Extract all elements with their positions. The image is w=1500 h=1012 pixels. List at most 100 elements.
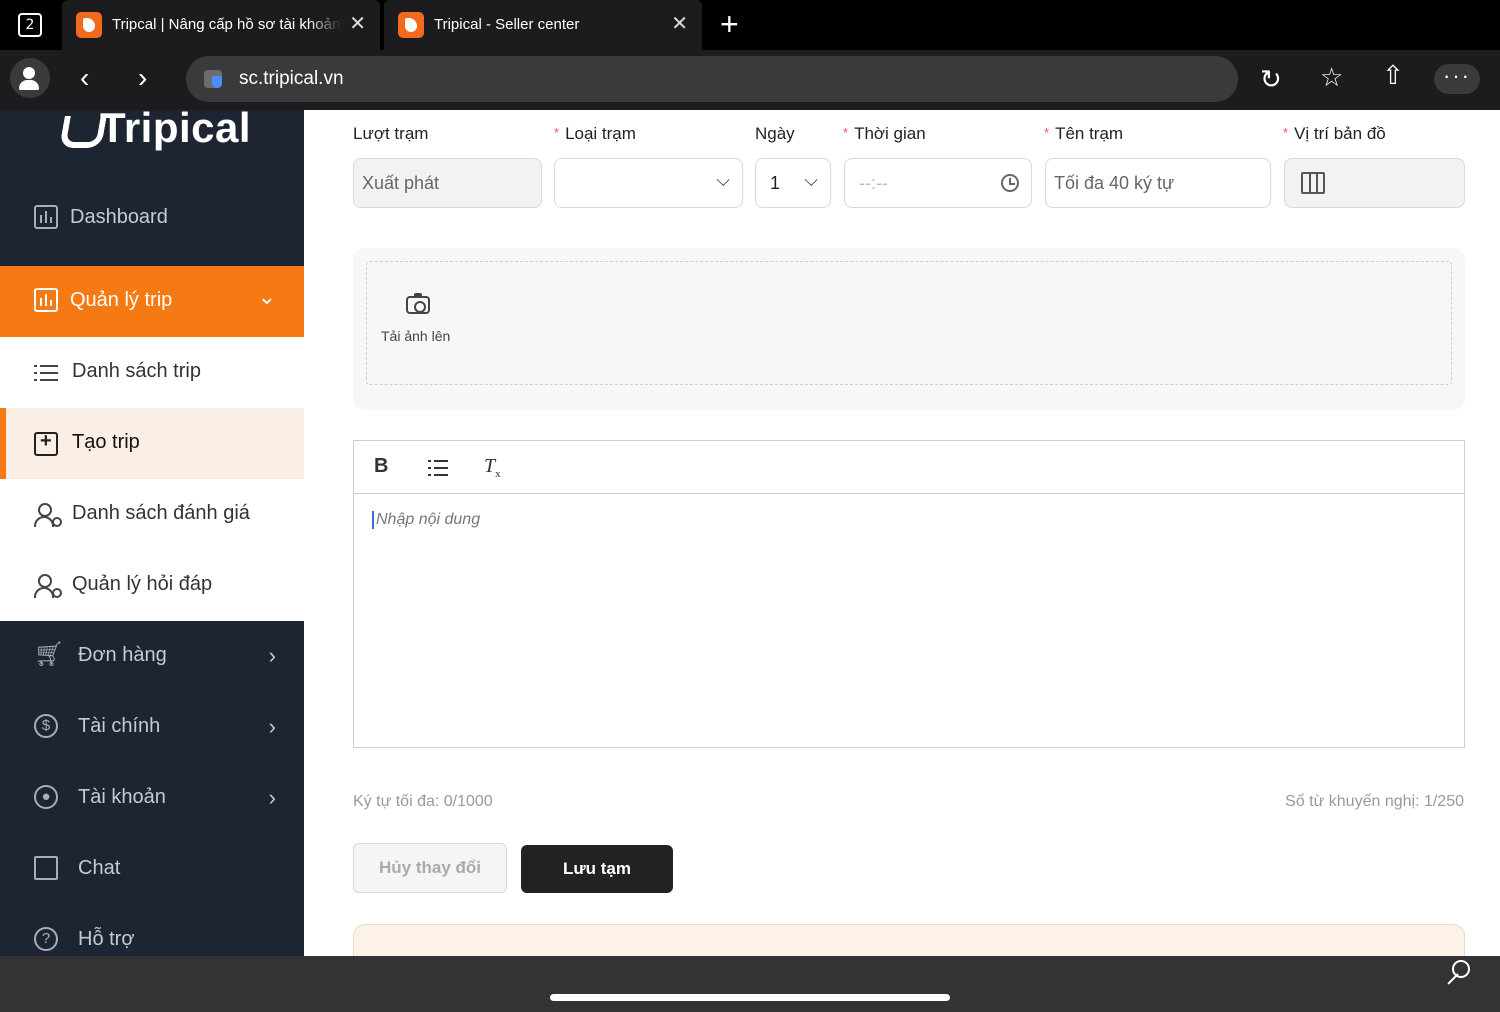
suggested-words-counter: Số từ khuyến nghị: 1/250	[1285, 793, 1464, 810]
help-icon: ?	[34, 927, 58, 951]
required-mark: *	[1283, 125, 1289, 140]
vi-tri-ban-do-field[interactable]	[1284, 158, 1465, 208]
share-icon[interactable]: ⇧	[1382, 60, 1404, 91]
label-loai-tram: * Loại trạm	[554, 124, 636, 143]
chevron-down-icon: ⌄	[257, 284, 276, 309]
chat-icon	[34, 856, 58, 880]
chart-icon	[34, 205, 58, 229]
submenu-item-tao-trip[interactable]: Tạo trip	[0, 408, 304, 479]
chevron-down-icon: ⌵	[804, 170, 818, 190]
map-icon	[1301, 172, 1325, 194]
sidebar-item-label: Hỗ trợ	[78, 928, 135, 950]
logo-text: Tripical	[100, 110, 252, 151]
sidebar-item-ho-tro[interactable]: ? Hỗ trợ	[0, 905, 304, 956]
camera-icon	[406, 293, 430, 314]
site-info-icon[interactable]	[204, 70, 222, 88]
browser-toolbar: ‹ › sc.tripical.vn ↻ ☆ ⇧ ···	[0, 50, 1500, 110]
browser-tab-bar: 2 Tripcal | Nâng cấp hồ sơ tài khoản ✕ T…	[0, 0, 1500, 50]
chevron-right-icon: ›	[268, 785, 276, 810]
submenu-item-danh-sach-danh-gia[interactable]: Danh sách đánh giá	[0, 479, 304, 550]
close-tab-icon[interactable]: ✕	[671, 13, 688, 35]
sidebar-item-tai-chinh[interactable]: $ Tài chính ›	[0, 692, 304, 763]
submenu-item-quan-ly-hoi-dap[interactable]: Quản lý hỏi đáp	[0, 550, 304, 621]
bold-button[interactable]: B	[374, 455, 388, 478]
tab-title: Tripical - Seller center	[434, 16, 580, 33]
sidebar-item-chat[interactable]: Chat	[0, 834, 304, 905]
field-placeholder: --:--	[859, 173, 888, 193]
cart-icon: 🛒︎	[34, 641, 65, 668]
logo-mark-icon	[60, 110, 96, 146]
browser-tab[interactable]: Tripical - Seller center ✕	[384, 0, 702, 50]
bullet-list-icon[interactable]	[428, 459, 448, 477]
required-mark: *	[1044, 125, 1050, 140]
required-mark: *	[554, 125, 560, 140]
sidebar-item-don-hang[interactable]: 🛒︎ Đơn hàng ›	[0, 621, 304, 692]
back-icon[interactable]: ‹	[80, 62, 89, 94]
rich-text-editor: B Tx Nhập nội dung	[353, 440, 1465, 748]
info-card	[353, 924, 1465, 956]
reload-icon[interactable]: ↻	[1260, 64, 1282, 95]
close-tab-icon[interactable]: ✕	[349, 13, 366, 35]
tab-title: Tripcal | Nâng cấp hồ sơ tài khoản	[112, 16, 341, 33]
favicon-icon	[398, 12, 424, 38]
sidebar-item-dashboard[interactable]: Dashboard	[0, 183, 304, 254]
sidebar-item-label: Đơn hàng	[78, 644, 167, 666]
chevron-down-icon: ⌵	[716, 170, 730, 190]
address-bar[interactable]: sc.tripical.vn	[186, 56, 1238, 102]
submenu-item-label: Tạo trip	[72, 431, 140, 453]
max-chars-counter: Ký tự tối đa: 0/1000	[353, 793, 493, 810]
save-draft-button[interactable]: Lưu tạm	[521, 845, 673, 893]
home-indicator[interactable]	[550, 994, 950, 1001]
field-value: 1	[770, 173, 781, 193]
user-gear-icon	[34, 503, 62, 527]
user-gear-icon	[34, 574, 62, 598]
sidebar-item-quan-ly-trip[interactable]: Quản lý trip ⌄	[0, 266, 304, 337]
submenu-item-label: Danh sách đánh giá	[72, 502, 250, 524]
luot-tram-field[interactable]: Xuất phát	[353, 158, 542, 208]
ten-tram-input[interactable]: Tối đa 40 ký tự	[1045, 158, 1271, 208]
tab-count-button[interactable]: 2	[18, 13, 42, 37]
logo[interactable]: Tripical	[60, 110, 251, 152]
forward-icon[interactable]: ›	[138, 62, 147, 94]
submenu-item-label: Quản lý hỏi đáp	[72, 573, 213, 595]
more-icon[interactable]: ···	[1434, 64, 1480, 94]
sidebar-item-tai-khoan[interactable]: ● Tài khoản ›	[0, 763, 304, 834]
sidebar-item-label: Tài chính	[78, 715, 161, 737]
ngay-select[interactable]: 1 ⌵	[755, 158, 831, 208]
chart-icon	[34, 288, 58, 312]
browser-tab[interactable]: Tripcal | Nâng cấp hồ sơ tài khoản ✕	[62, 0, 380, 50]
editor-content-input[interactable]: Nhập nội dung	[372, 511, 480, 529]
field-placeholder: Tối đa 40 ký tự	[1054, 173, 1175, 193]
favorites-icon[interactable]: ☆	[1320, 62, 1343, 93]
clear-format-icon[interactable]: Tx	[484, 455, 501, 480]
required-mark: *	[843, 125, 849, 140]
sidebar-item-label: Chat	[78, 857, 121, 879]
main-content: Lượt trạm * Loại trạm Ngày * Thời gian * Tê…	[304, 110, 1500, 956]
dollar-icon: $	[34, 714, 58, 738]
bottom-system-bar	[0, 956, 1500, 1012]
favicon-icon	[76, 12, 102, 38]
new-tab-icon[interactable]: +	[720, 8, 739, 40]
field-value: Xuất phát	[362, 173, 440, 193]
key-icon[interactable]	[1442, 960, 1470, 988]
cancel-changes-button[interactable]: Hủy thay đổi	[353, 843, 507, 893]
chevron-right-icon: ›	[268, 643, 276, 668]
image-upload-area: Tải ảnh lên	[353, 248, 1465, 410]
editor-toolbar: B Tx	[354, 441, 1464, 494]
trip-submenu: Danh sách trip Tạo trip Danh sách đánh g…	[0, 337, 304, 621]
user-circle-icon: ●	[34, 785, 58, 809]
upload-label: Tải ảnh lên	[381, 328, 451, 344]
url-text: sc.tripical.vn	[239, 68, 344, 89]
submenu-item-label: Danh sách trip	[72, 360, 201, 382]
upload-dropzone[interactable]: Tải ảnh lên	[366, 261, 1452, 385]
add-box-icon	[34, 430, 58, 456]
label-ngay: Ngày	[755, 124, 795, 143]
label-luot-tram: Lượt trạm	[353, 124, 429, 143]
chevron-right-icon: ›	[268, 714, 276, 739]
label-ten-tram: * Tên trạm	[1044, 124, 1124, 143]
clock-icon	[1001, 174, 1019, 192]
submenu-item-danh-sach-trip[interactable]: Danh sách trip	[0, 337, 304, 408]
profile-icon[interactable]	[10, 58, 50, 98]
thoi-gian-input[interactable]: --:--	[844, 158, 1032, 208]
loai-tram-select[interactable]: ⌵	[554, 158, 743, 208]
